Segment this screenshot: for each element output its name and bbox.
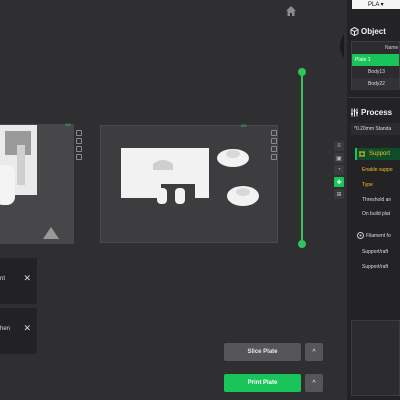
layer-slider-track[interactable] (301, 72, 303, 244)
3d-viewport[interactable]: 1/2 2/2 nt ✕ hen ✕ Slice Plate ^ Print P… (0, 0, 344, 400)
layer-slider-top-handle[interactable] (298, 68, 306, 76)
panel-bottom-area (351, 320, 400, 396)
support-tab-icon[interactable]: ✚ (334, 177, 344, 187)
plate-2-arrange-icon[interactable] (271, 138, 277, 144)
view-cube[interactable] (340, 26, 344, 66)
filament-selector[interactable]: PLA ▾ (352, 0, 400, 9)
filament-spool-icon (357, 232, 364, 239)
threshold-angle-option[interactable]: Threshold an (362, 197, 391, 203)
support-raft-base-option[interactable]: Support/raft (362, 249, 388, 255)
object-list-item[interactable]: Plate 1 (352, 54, 399, 66)
support-icon (359, 151, 365, 157)
plate-1-arrange-icon[interactable] (76, 138, 82, 144)
plate-2-models[interactable] (101, 126, 279, 244)
support-type-option[interactable]: Type (362, 182, 373, 188)
object-section-title: Object (350, 27, 386, 36)
notification-2-close-icon[interactable]: ✕ (23, 323, 31, 334)
others-tab-icon[interactable]: ⊞ (334, 189, 344, 199)
home-icon[interactable] (285, 5, 297, 17)
on-build-plate-option[interactable]: On build plat (362, 211, 390, 217)
plate-2-label: 2/2 (241, 123, 247, 128)
slice-plate-button[interactable]: Slice Plate (224, 343, 301, 361)
notification-1-close-icon[interactable]: ✕ (23, 273, 31, 284)
build-plate-2[interactable]: 2/2 (100, 123, 279, 244)
print-options-caret-icon[interactable]: ^ (305, 374, 323, 392)
strength-tab-icon[interactable]: ▣ (334, 153, 344, 163)
notification-1: nt ✕ (0, 258, 37, 304)
cube-icon (350, 27, 359, 36)
process-section-title: Process (350, 108, 392, 117)
object-list-item[interactable]: Body22 (352, 78, 399, 90)
plate-2-orient-icon[interactable] (271, 146, 277, 152)
process-preset-select[interactable]: *0.20mm Standa (351, 123, 400, 135)
build-plate-1[interactable]: 1/2 (0, 122, 75, 245)
filament-for-supports-label: Filament fo (366, 233, 391, 239)
plate-1-lock-icon[interactable] (76, 130, 82, 136)
plate-1-settings-icon[interactable] (76, 154, 82, 160)
speed-tab-icon[interactable]: ◔ (334, 165, 344, 175)
notification-1-text: nt (0, 276, 6, 282)
plate-1-label: 1/2 (65, 122, 71, 127)
plate-1-orient-icon[interactable] (76, 146, 82, 152)
plate-1-models[interactable] (0, 125, 75, 245)
enable-support-option[interactable]: Enable suppo (362, 167, 393, 173)
slice-options-caret-icon[interactable]: ^ (305, 343, 323, 361)
object-title-text: Object (361, 27, 386, 36)
object-list-item[interactable]: Body13 (352, 66, 399, 78)
sliders-icon (351, 108, 358, 117)
object-list-header: Name (352, 42, 399, 54)
process-title-text: Process (361, 108, 393, 117)
plate-2-settings-icon[interactable] (271, 154, 277, 160)
process-category-tabs: ≡ ▣ ◔ ✚ ⊞ (334, 141, 344, 199)
print-plate-button[interactable]: Print Plate (224, 374, 301, 392)
layer-slider-bottom-handle[interactable] (298, 240, 306, 248)
object-list: Name Plate 1 Body13 Body22 (351, 41, 400, 90)
quality-tab-icon[interactable]: ≡ (334, 141, 344, 151)
notification-2: hen ✕ (0, 308, 37, 354)
plate-2-lock-icon[interactable] (271, 130, 277, 136)
support-raft-interface-option[interactable]: Support/raft (362, 264, 388, 270)
notification-2-text: hen (0, 326, 11, 332)
